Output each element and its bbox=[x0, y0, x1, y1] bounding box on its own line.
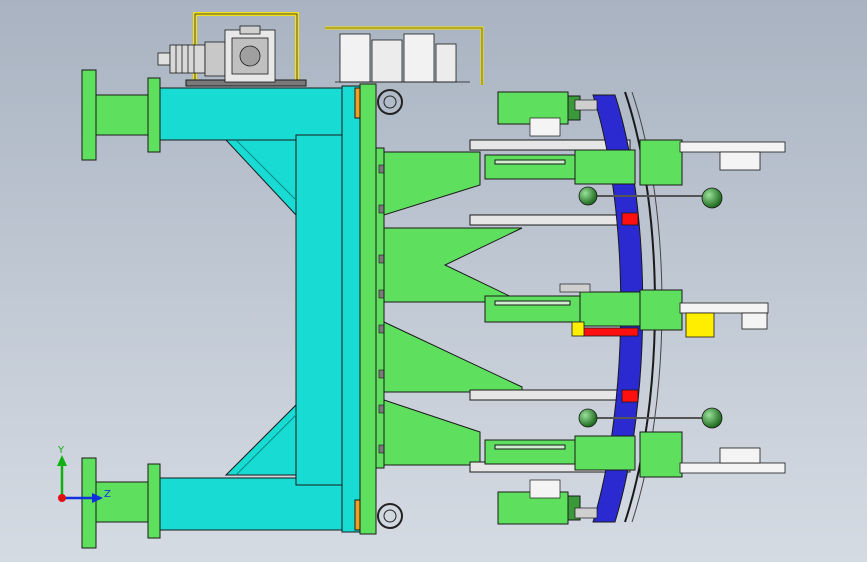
locating-brackets bbox=[679, 141, 786, 474]
fixture-assembly-drawing: Y Z bbox=[57, 12, 786, 549]
hook-bracket bbox=[325, 26, 484, 85]
clamp-cylinders bbox=[484, 91, 641, 525]
y-axis-label: Y bbox=[57, 445, 65, 456]
vertical-base-plate bbox=[359, 83, 385, 535]
z-axis-label: Z bbox=[104, 489, 111, 500]
drive-motor bbox=[157, 25, 276, 83]
cad-viewport[interactable]: Y Z bbox=[0, 0, 867, 562]
main-frame bbox=[159, 85, 361, 533]
mounting-plates bbox=[81, 69, 161, 549]
x-axis-origin bbox=[58, 494, 66, 502]
y-axis-arrowhead bbox=[57, 455, 67, 466]
